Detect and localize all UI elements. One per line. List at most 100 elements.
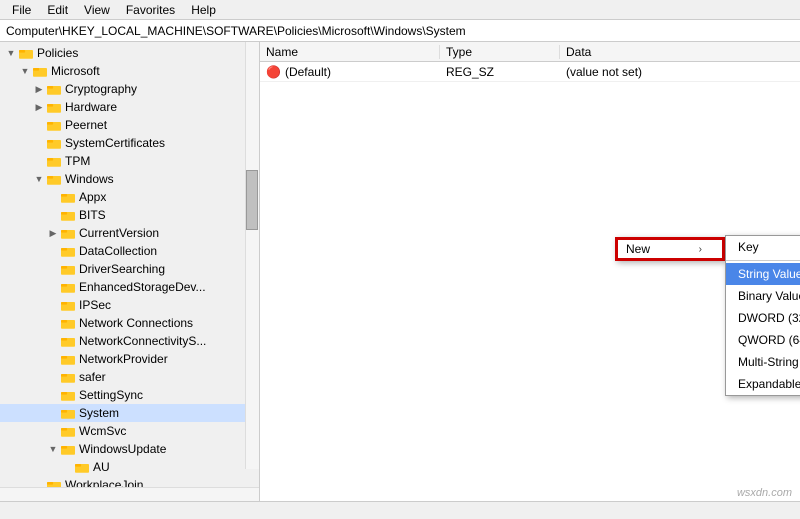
status-bar (0, 501, 800, 519)
tree-item-windows[interactable]: ▼ Windows (0, 170, 245, 188)
tree-label: AU (93, 460, 110, 474)
tree-item-wcmsvc[interactable]: ▶ WcmSvc (0, 422, 245, 440)
cell-name-text: (Default) (285, 65, 331, 79)
cell-type: REG_SZ (440, 65, 560, 79)
col-header-type: Type (440, 45, 560, 59)
tree-item-networkprovider[interactable]: ▶ NetworkProvider (0, 350, 245, 368)
tree-label: SystemCertificates (65, 136, 165, 150)
submenu-multi-string-value[interactable]: Multi-String Value (726, 351, 800, 373)
expand-icon: ▶ (32, 82, 46, 96)
tree-item-system[interactable]: ▶ System (0, 404, 245, 422)
folder-icon (46, 478, 62, 487)
tree-item-network-connections[interactable]: ▶ Network Connections (0, 314, 245, 332)
tree-item-settingsync[interactable]: ▶ SettingSync (0, 386, 245, 404)
watermark: wsxdn.com (737, 487, 792, 499)
tree-label: Peernet (65, 118, 107, 132)
tree-item-datacollection[interactable]: ▶ DataCollection (0, 242, 245, 260)
tree-item-tpm[interactable]: ▶ TPM (0, 152, 245, 170)
tree-item-ipsec[interactable]: ▶ IPSec (0, 296, 245, 314)
expand-icon: ▶ (46, 226, 60, 240)
tree-item-enhancedstoragedev[interactable]: ▶ EnhancedStorageDev... (0, 278, 245, 296)
menu-file[interactable]: File (4, 1, 39, 19)
menu-help[interactable]: Help (183, 1, 224, 19)
menu-bar: File Edit View Favorites Help (0, 0, 800, 20)
submenu-binary-value[interactable]: Binary Value (726, 285, 800, 307)
submenu-dword-value[interactable]: DWORD (32-bit) Value (726, 307, 800, 329)
folder-icon (74, 460, 90, 474)
folder-icon (32, 64, 48, 78)
tree-item-systemcertificates[interactable]: ▶ SystemCertificates (0, 134, 245, 152)
folder-icon (60, 208, 76, 222)
tree-label: Policies (37, 46, 78, 60)
tree-label: EnhancedStorageDev... (79, 280, 206, 294)
main-layout: ▼ Policies ▼ Microsoft ▶ (0, 42, 800, 501)
context-menu: New › Key String Value Binary Value DWOR… (615, 237, 725, 261)
folder-icon (60, 406, 76, 420)
folder-icon (60, 316, 76, 330)
folder-icon (18, 46, 34, 60)
tree-item-driversearching[interactable]: ▶ DriverSearching (0, 260, 245, 278)
tree-label: System (79, 406, 119, 420)
submenu-divider (726, 260, 800, 261)
folder-icon (60, 280, 76, 294)
tree-item-bits[interactable]: ▶ BITS (0, 206, 245, 224)
tree-label: WcmSvc (79, 424, 126, 438)
tree-label: Hardware (65, 100, 117, 114)
default-value-icon: 🔴 (266, 65, 281, 79)
tree-item-cryptography[interactable]: ▶ Cryptography (0, 80, 245, 98)
tree-label: BITS (79, 208, 106, 222)
tree-label: Appx (79, 190, 106, 204)
tree-panel: ▼ Policies ▼ Microsoft ▶ (0, 42, 260, 501)
folder-icon (60, 298, 76, 312)
right-panel: Name Type Data 🔴 (Default) REG_SZ (value… (260, 42, 800, 501)
expand-icon: ▼ (32, 172, 46, 186)
context-menu-overlay: New › Key String Value Binary Value DWOR… (615, 237, 725, 261)
submenu-string-value[interactable]: String Value (726, 263, 800, 285)
menu-edit[interactable]: Edit (39, 1, 76, 19)
expand-icon: ▼ (18, 64, 32, 78)
tree-scrollbar[interactable] (245, 42, 259, 469)
table-row[interactable]: 🔴 (Default) REG_SZ (value not set) (260, 62, 800, 82)
tree-item-windowsupdate[interactable]: ▼ WindowsUpdate (0, 440, 245, 458)
tree-scrollbar-thumb[interactable] (246, 170, 258, 230)
submenu-expandable-string-value[interactable]: Expandable String Value (726, 373, 800, 395)
address-path: Computer\HKEY_LOCAL_MACHINE\SOFTWARE\Pol… (6, 24, 466, 38)
folder-icon (60, 424, 76, 438)
menu-favorites[interactable]: Favorites (118, 1, 183, 19)
folder-icon (60, 352, 76, 366)
menu-view[interactable]: View (76, 1, 118, 19)
submenu-key[interactable]: Key (726, 236, 800, 258)
tree-label: WorkplaceJoin (65, 478, 143, 487)
table-header: Name Type Data (260, 42, 800, 62)
tree-label: DataCollection (79, 244, 157, 258)
tree-item-networkconnectivitys[interactable]: ▶ NetworkConnectivityS... (0, 332, 245, 350)
cell-name: 🔴 (Default) (260, 65, 440, 79)
new-menu-item[interactable]: New › Key String Value Binary Value DWOR… (616, 238, 724, 260)
tree-item-currentversion[interactable]: ▶ CurrentVersion (0, 224, 245, 242)
tree-label: NetworkConnectivityS... (79, 334, 206, 348)
address-bar: Computer\HKEY_LOCAL_MACHINE\SOFTWARE\Pol… (0, 20, 800, 42)
tree-item-policies[interactable]: ▼ Policies (0, 44, 245, 62)
submenu: Key String Value Binary Value DWORD (32-… (725, 235, 800, 396)
tree-item-appx[interactable]: ▶ Appx (0, 188, 245, 206)
tree-item-au[interactable]: ▶ AU (0, 458, 245, 476)
tree-item-peernet[interactable]: ▶ Peernet (0, 116, 245, 134)
new-label: New (626, 242, 650, 256)
tree-label: CurrentVersion (79, 226, 159, 240)
folder-icon (60, 262, 76, 276)
tree-item-safer[interactable]: ▶ safer (0, 368, 245, 386)
submenu-qword-value[interactable]: QWORD (64-bit) Value (726, 329, 800, 351)
tree-item-microsoft[interactable]: ▼ Microsoft (0, 62, 245, 80)
folder-icon (60, 442, 76, 456)
folder-icon (60, 334, 76, 348)
tree-item-hardware[interactable]: ▶ Hardware (0, 98, 245, 116)
folder-icon (60, 370, 76, 384)
folder-icon (46, 154, 62, 168)
tree-item-workplacejoin[interactable]: ▶ WorkplaceJoin (0, 476, 245, 487)
tree-h-scrollbar[interactable] (0, 487, 259, 501)
tree-label: Cryptography (65, 82, 137, 96)
cell-data: (value not set) (560, 65, 800, 79)
folder-icon (60, 244, 76, 258)
arrow-icon: › (699, 244, 702, 255)
folder-icon (46, 136, 62, 150)
